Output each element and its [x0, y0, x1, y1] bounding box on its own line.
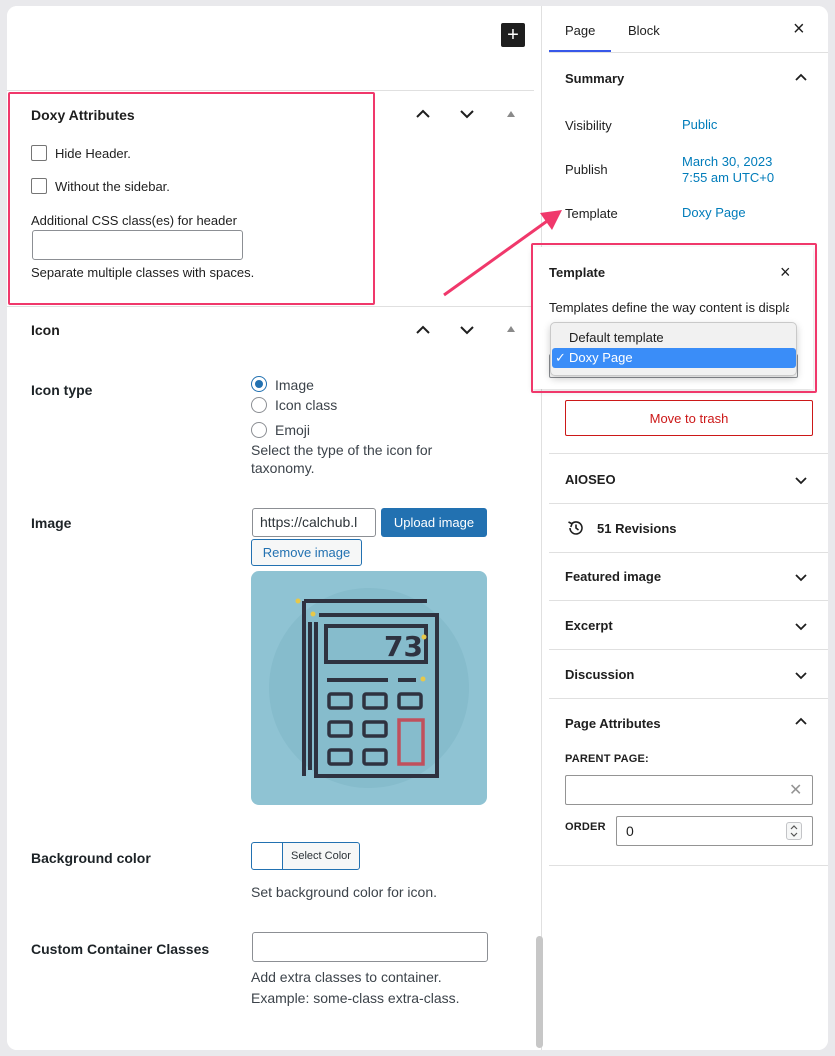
parent-page-label: PARENT PAGE:	[565, 753, 649, 765]
divider	[549, 649, 828, 650]
divider	[7, 306, 534, 307]
metabox-area: + Doxy Attributes Hide Header. Without t…	[7, 6, 534, 1050]
order-input[interactable]: 0	[616, 816, 813, 846]
divider	[7, 90, 534, 91]
order-value: 0	[626, 823, 634, 839]
collapse-toggle-icon[interactable]	[507, 111, 515, 117]
icon-type-image-label: Image	[275, 377, 314, 393]
annotation-highlight-box	[8, 92, 375, 305]
publish-date[interactable]: March 30, 2023	[682, 154, 772, 170]
select-color-label: Select Color	[291, 850, 351, 862]
discussion-title[interactable]: Discussion	[565, 667, 634, 682]
aioseo-title[interactable]: AIOSEO	[565, 472, 616, 487]
icon-type-label: Icon type	[31, 382, 93, 398]
plus-icon: +	[507, 24, 519, 46]
move-up-icon[interactable]	[414, 321, 432, 339]
visibility-key: Visibility	[565, 118, 612, 133]
image-url-value: https://calchub.l	[260, 514, 358, 530]
upload-image-label: Upload image	[393, 515, 475, 530]
divider	[549, 552, 828, 553]
publish-time[interactable]: 7:55 am UTC+0	[682, 170, 774, 186]
template-value[interactable]: Doxy Page	[682, 205, 746, 221]
annotation-arrow-icon	[443, 210, 562, 297]
upload-image-button[interactable]: Upload image	[381, 508, 487, 537]
remove-image-button[interactable]: Remove image	[251, 539, 362, 566]
summary-title[interactable]: Summary	[565, 71, 624, 86]
chevron-down-icon[interactable]	[793, 618, 809, 634]
featured-image-title[interactable]: Featured image	[565, 569, 661, 584]
calculator-display-number: 73	[384, 630, 423, 663]
icon-panel-title: Icon	[31, 322, 60, 338]
chevron-up-icon[interactable]	[793, 714, 809, 730]
add-block-button[interactable]: +	[501, 23, 525, 47]
main-scrollbar[interactable]	[536, 936, 543, 1048]
icon-type-help: Select the type of the icon for	[251, 442, 433, 458]
chevron-up-icon[interactable]	[793, 70, 809, 86]
image-label: Image	[31, 515, 72, 531]
select-color-button[interactable]: Select Color	[251, 842, 360, 870]
divider	[549, 865, 828, 866]
custom-classes-help: Add extra classes to container.	[251, 969, 442, 985]
divider	[549, 503, 828, 504]
tab-block[interactable]: Block	[628, 23, 660, 38]
chevron-down-icon[interactable]	[793, 569, 809, 585]
revisions-icon	[568, 521, 583, 535]
custom-classes-input[interactable]	[252, 932, 488, 962]
custom-classes-example: Example: some-class extra-class.	[251, 990, 460, 1006]
move-down-icon[interactable]	[458, 321, 476, 339]
annotation-highlight-box	[531, 243, 817, 393]
move-to-trash-label: Move to trash	[649, 410, 729, 426]
background-color-help: Set background color for icon.	[251, 884, 437, 900]
visibility-value[interactable]: Public	[682, 117, 717, 133]
excerpt-title[interactable]: Excerpt	[565, 618, 613, 633]
order-label: ORDER	[565, 821, 606, 833]
clear-icon[interactable]: ✕	[789, 780, 802, 800]
parent-page-input[interactable]	[565, 775, 813, 805]
page-attributes-title[interactable]: Page Attributes	[565, 716, 661, 731]
divider	[549, 600, 828, 601]
collapse-toggle-icon[interactable]	[507, 326, 515, 332]
divider	[549, 52, 828, 53]
color-swatch	[252, 843, 283, 869]
pane-divider	[541, 6, 542, 1050]
divider	[549, 453, 828, 454]
move-to-trash-button[interactable]: Move to trash	[565, 400, 813, 436]
move-up-icon[interactable]	[414, 105, 432, 123]
order-stepper[interactable]	[786, 822, 802, 840]
custom-classes-label: Custom Container Classes	[31, 941, 210, 957]
revisions-link[interactable]: 51 Revisions	[597, 521, 677, 536]
icon-type-help-2: taxonomy.	[251, 460, 315, 476]
icon-type-class-label: Icon class	[275, 397, 338, 413]
chevron-down-icon[interactable]	[793, 472, 809, 488]
calculator-icon: 73	[269, 588, 469, 788]
move-down-icon[interactable]	[458, 105, 476, 123]
publish-key: Publish	[565, 162, 608, 177]
chevron-down-icon[interactable]	[793, 667, 809, 683]
icon-type-emoji-label: Emoji	[275, 422, 311, 438]
template-key: Template	[565, 206, 618, 221]
image-url-input[interactable]: https://calchub.l	[252, 508, 376, 537]
close-sidebar-icon[interactable]: ×	[793, 18, 805, 41]
background-color-label: Background color	[31, 850, 151, 866]
icon-type-image-radio[interactable]	[251, 376, 267, 392]
icon-image-preview: 73	[251, 571, 487, 805]
tab-page[interactable]: Page	[565, 23, 595, 38]
icon-type-class-radio[interactable]	[251, 397, 267, 413]
divider	[549, 698, 828, 699]
remove-image-label: Remove image	[262, 545, 351, 560]
icon-type-emoji-radio[interactable]	[251, 422, 267, 438]
